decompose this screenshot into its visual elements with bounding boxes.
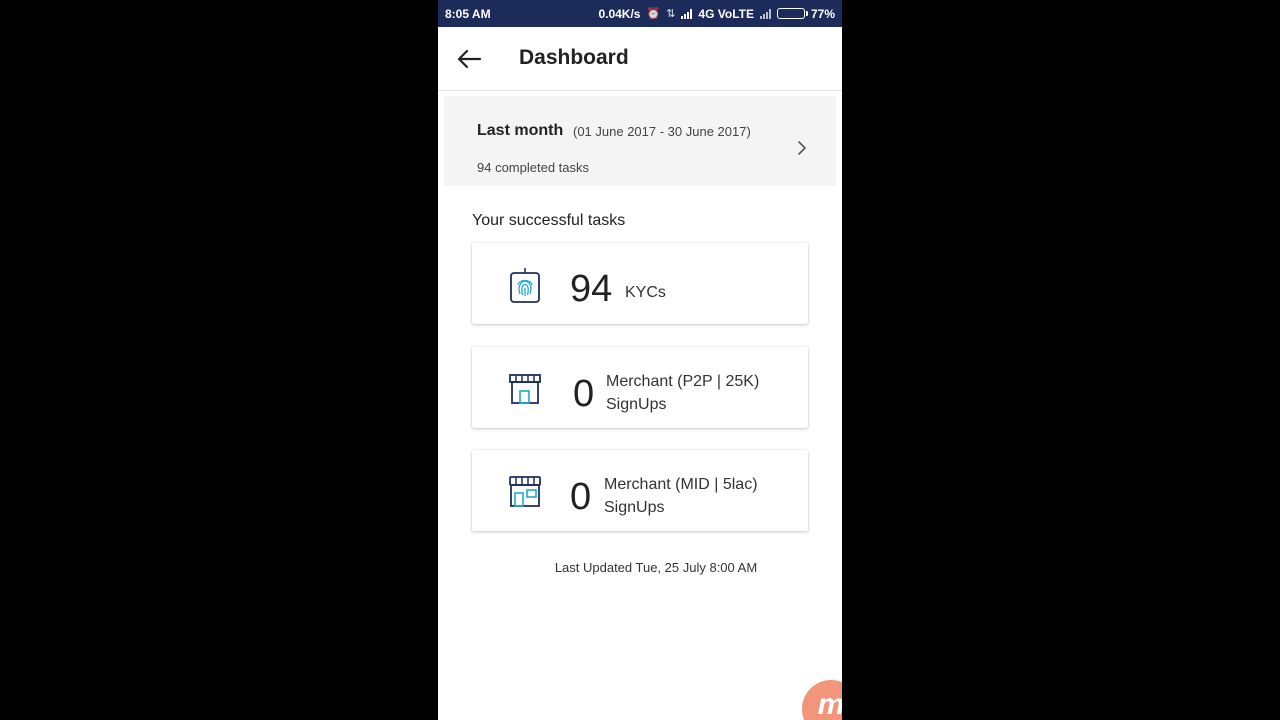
task-count: 94	[570, 268, 613, 310]
data-transfer-icon: ⇅	[666, 8, 676, 20]
network-speed: 0.04K/s	[598, 6, 641, 21]
network-type: 4G VoLTE	[698, 6, 754, 21]
task-label: Merchant (MID | 5lac) SignUps	[604, 473, 758, 519]
period-title: Last month	[477, 122, 564, 139]
period-range: (01 June 2017 - 30 June 2017)	[573, 124, 751, 139]
task-label-line2: SignUps	[604, 499, 665, 516]
task-label: KYCs	[625, 284, 666, 301]
status-time: 8:05 AM	[445, 6, 491, 21]
task-label-line2: SignUps	[606, 396, 667, 413]
arrow-left-icon[interactable]	[456, 47, 482, 71]
battery-percent: 77%	[810, 6, 835, 21]
section-title: Your successful tasks	[472, 212, 626, 229]
task-card-merchant-p2p[interactable]: 0 Merchant (P2P | 25K) SignUps	[472, 347, 808, 428]
signal-secondary-icon	[759, 8, 771, 19]
task-card-kyc[interactable]: 94 KYCs	[472, 243, 808, 324]
status-indicators: 0.04K/s ⏰ ⇅ 4G VoLTE 77%	[598, 7, 835, 21]
task-label: Merchant (P2P | 25K) SignUps	[606, 370, 759, 416]
recorder-watermark-logo: m	[802, 680, 842, 720]
battery-icon	[776, 8, 808, 19]
chevron-right-icon[interactable]	[796, 140, 808, 156]
app-bar: Dashboard	[438, 27, 842, 91]
storefront-large-icon	[509, 476, 541, 507]
storefront-icon	[509, 374, 541, 404]
task-card-merchant-mid[interactable]: 0 Merchant (MID | 5lac) SignUps	[472, 450, 808, 531]
alarm-icon: ⏰	[646, 8, 661, 20]
phone-screen: 8:05 AM 0.04K/s ⏰ ⇅ 4G VoLTE 77% Dashboa…	[438, 0, 842, 720]
last-updated-text: Last Updated Tue, 25 July 8:00 AM	[554, 560, 758, 575]
task-label-line1: Merchant (P2P | 25K)	[606, 373, 760, 390]
task-count: 0	[570, 476, 592, 518]
completed-tasks-count: 94 completed tasks	[477, 160, 590, 175]
period-summary-card[interactable]: Last month (01 June 2017 - 30 June 2017)…	[444, 96, 836, 186]
fingerprint-device-icon	[510, 268, 540, 303]
signal-icon	[681, 8, 693, 19]
task-label-line1: Merchant (MID | 5lac)	[604, 476, 758, 493]
page-title: Dashboard	[519, 46, 629, 69]
task-count: 0	[573, 373, 595, 415]
status-bar: 8:05 AM 0.04K/s ⏰ ⇅ 4G VoLTE 77%	[438, 0, 842, 27]
